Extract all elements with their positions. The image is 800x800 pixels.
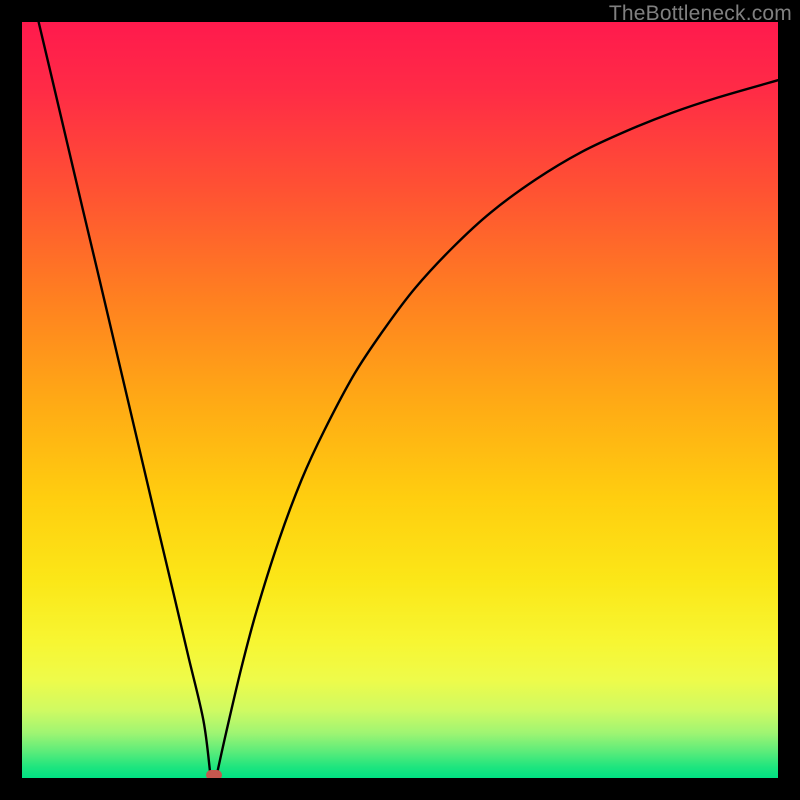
bottleneck-chart: TheBottleneck.com [0,0,800,800]
plot-area [22,22,778,778]
minimum-marker [206,770,222,778]
curve-layer [22,22,778,778]
watermark-text: TheBottleneck.com [609,2,792,26]
bottleneck-curve [39,22,778,773]
